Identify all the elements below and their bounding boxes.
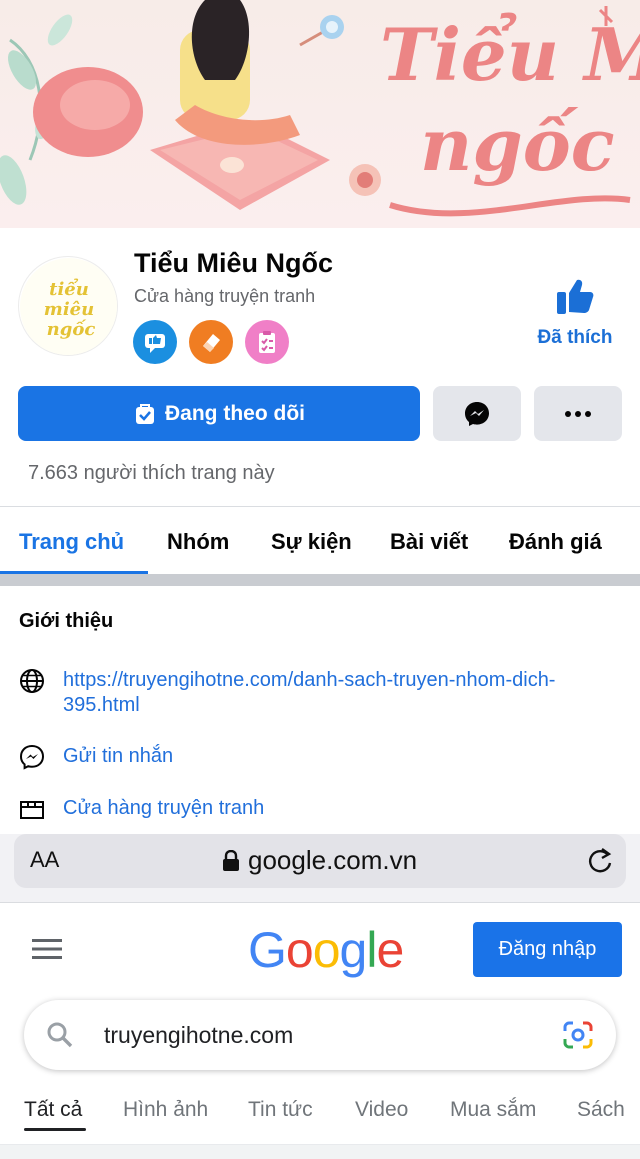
lock-icon bbox=[223, 849, 239, 871]
gtab-images[interactable]: Hình ảnh bbox=[123, 1098, 208, 1122]
eraser-badge-icon[interactable] bbox=[189, 320, 233, 364]
gtab-shopping[interactable]: Mua sắm bbox=[450, 1098, 536, 1122]
section-divider bbox=[0, 574, 640, 586]
tab-events[interactable]: Sự kiện bbox=[271, 529, 352, 555]
url-display[interactable]: google.com.vn bbox=[222, 845, 417, 876]
search-icon[interactable] bbox=[46, 1021, 74, 1049]
checklist-badge-icon[interactable] bbox=[245, 320, 289, 364]
messenger-icon bbox=[465, 401, 489, 426]
messenger-button[interactable] bbox=[433, 386, 521, 441]
check-bag-icon bbox=[136, 403, 154, 424]
messenger-outline-icon bbox=[19, 744, 45, 770]
tab-groups[interactable]: Nhóm bbox=[167, 529, 229, 555]
thumbs-up-icon bbox=[557, 279, 594, 314]
following-label: Đang theo dõi bbox=[165, 401, 305, 425]
search-box[interactable]: truyengihotne.com bbox=[24, 1000, 616, 1070]
badge-row bbox=[133, 320, 289, 364]
ellipsis-icon bbox=[565, 410, 591, 417]
text-size-button[interactable]: AA bbox=[30, 847, 59, 873]
storefront-icon bbox=[20, 801, 44, 819]
google-logo[interactable]: Google bbox=[248, 921, 404, 979]
page-tabs: Trang chủ Nhóm Sự kiện Bài viết Đánh giá bbox=[0, 506, 640, 575]
logo-letter: G bbox=[248, 922, 287, 978]
page-avatar[interactable]: tiểu miêu ngốc bbox=[18, 256, 118, 356]
globe-icon bbox=[20, 669, 44, 693]
cover-photo[interactable]: Tiểu Miêu Ngốc ngốc bbox=[0, 0, 640, 228]
tab-posts[interactable]: Bài viết bbox=[390, 529, 468, 555]
responsive-badge-icon[interactable] bbox=[133, 320, 177, 364]
send-message-row[interactable]: Gửi tin nhắn bbox=[19, 744, 603, 770]
sign-in-button[interactable]: Đăng nhập bbox=[473, 922, 622, 977]
logo-letter: o bbox=[285, 922, 314, 978]
category-link[interactable]: Cửa hàng truyện tranh bbox=[63, 796, 603, 821]
svg-text:miêu: miêu bbox=[44, 299, 94, 320]
address-bar[interactable]: AA google.com.vn bbox=[14, 834, 626, 888]
reload-icon[interactable] bbox=[586, 846, 614, 876]
svg-text:Tiểu Miêu Ngốc: Tiểu Miêu Ngốc bbox=[380, 11, 640, 97]
gtab-books[interactable]: Sách bbox=[577, 1098, 625, 1122]
menu-icon[interactable] bbox=[32, 938, 62, 960]
intro-title: Giới thiệu bbox=[19, 610, 114, 632]
website-link[interactable]: https://truyengihotne.com/danh-sach-truy… bbox=[63, 668, 603, 718]
results-divider bbox=[0, 1144, 640, 1159]
website-row[interactable]: https://truyengihotne.com/danh-sach-truy… bbox=[19, 668, 603, 718]
svg-text:ngốc: ngốc bbox=[420, 102, 615, 187]
google-search-tabs: Tất cả Hình ảnh Tin tức Video Mua sắm Sá… bbox=[0, 1090, 640, 1150]
google-lens-icon[interactable] bbox=[562, 1020, 594, 1050]
logo-letter: g bbox=[339, 922, 368, 978]
page-header: tiểu miêu ngốc Tiểu Miêu Ngốc Cửa hàng t… bbox=[0, 228, 640, 506]
google-page: Google Đăng nhập truyengihotne.com Tất c… bbox=[0, 903, 640, 1159]
likes-count: 7.663 người thích trang này bbox=[28, 462, 275, 484]
url-text: google.com.vn bbox=[248, 845, 418, 875]
svg-text:ngốc: ngốc bbox=[47, 318, 96, 340]
liked-button[interactable]: Đã thích bbox=[533, 276, 617, 349]
gtab-news[interactable]: Tin tức bbox=[248, 1098, 313, 1122]
gtab-all[interactable]: Tất cả bbox=[24, 1098, 82, 1122]
following-button[interactable]: Đang theo dõi bbox=[18, 386, 420, 441]
search-query[interactable]: truyengihotne.com bbox=[104, 1022, 293, 1049]
tab-reviews[interactable]: Đánh giá bbox=[509, 529, 602, 555]
gtab-video[interactable]: Video bbox=[355, 1098, 408, 1122]
tab-home[interactable]: Trang chủ bbox=[19, 529, 124, 555]
active-gtab-indicator bbox=[24, 1128, 86, 1131]
page-title: Tiểu Miêu Ngốc bbox=[134, 248, 334, 278]
page-category: Cửa hàng truyện tranh bbox=[134, 286, 316, 306]
logo-letter: o bbox=[312, 922, 341, 978]
send-message-link[interactable]: Gửi tin nhắn bbox=[63, 744, 603, 769]
liked-label: Đã thích bbox=[537, 327, 613, 348]
svg-text:tiểu: tiểu bbox=[49, 276, 89, 300]
more-options-button[interactable] bbox=[534, 386, 622, 441]
logo-letter: e bbox=[376, 922, 404, 978]
cover-illustration: Tiểu Miêu Ngốc ngốc bbox=[0, 0, 640, 217]
browser-toolbar: AA google.com.vn bbox=[0, 834, 640, 902]
intro-section: Giới thiệu https://truyengihotne.com/dan… bbox=[0, 586, 640, 834]
avatar-logo-icon: tiểu miêu ngốc bbox=[20, 258, 117, 355]
category-row[interactable]: Cửa hàng truyện tranh bbox=[19, 796, 603, 822]
logo-letter: l bbox=[366, 922, 377, 978]
